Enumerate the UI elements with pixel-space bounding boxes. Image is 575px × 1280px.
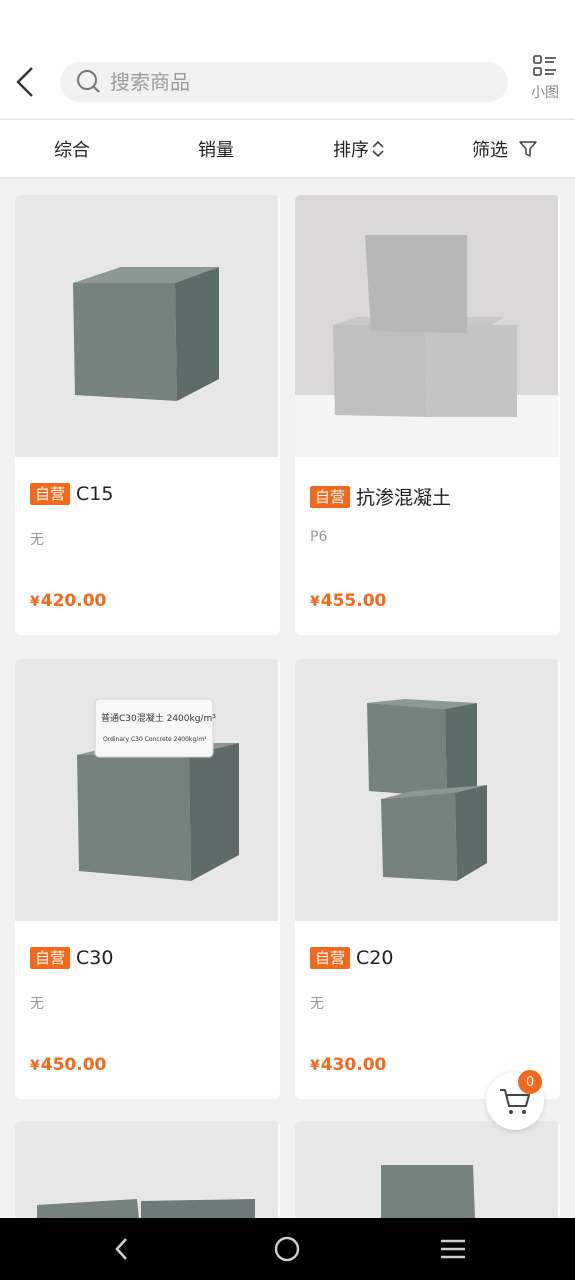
- nav-home-icon: [274, 1236, 300, 1262]
- self-operated-tag: 自营: [30, 483, 71, 505]
- back-icon: [16, 67, 33, 97]
- product-image: 普通C30混凝土 2400kg/m³ Ordinary C30 Concrete…: [15, 659, 278, 921]
- price-value: 430.00: [320, 1055, 387, 1075]
- price-value: 450.00: [40, 1055, 107, 1075]
- nav-back-icon: [115, 1238, 127, 1260]
- sort-filter-label: 筛选: [472, 140, 508, 161]
- product-card[interactable]: [295, 1121, 560, 1219]
- currency-symbol: ¥: [30, 594, 40, 610]
- product-name: C15: [76, 483, 114, 505]
- search-bar[interactable]: [60, 62, 508, 102]
- sort-filter[interactable]: 筛选: [472, 120, 538, 178]
- self-operated-tag: 自营: [310, 947, 351, 969]
- sort-sales[interactable]: 销量: [198, 120, 234, 178]
- self-operated-tag: 自营: [310, 485, 351, 508]
- nav-home-button[interactable]: [267, 1233, 307, 1265]
- sort-comprehensive[interactable]: 综合: [54, 120, 90, 178]
- cart-button[interactable]: 0: [486, 1070, 544, 1130]
- product-price: ¥455.00: [310, 591, 386, 611]
- system-nav-bar: [0, 1218, 575, 1280]
- product-image: [295, 195, 558, 457]
- product-name: 抗渗混凝土: [356, 487, 452, 509]
- currency-symbol: ¥: [310, 1058, 320, 1074]
- sort-order[interactable]: 排序: [333, 120, 385, 178]
- product-spec: 无: [30, 996, 44, 1012]
- nav-back-button[interactable]: [102, 1233, 142, 1265]
- price-value: 420.00: [40, 591, 107, 611]
- product-price: ¥420.00: [30, 591, 106, 611]
- back-button[interactable]: [10, 64, 40, 100]
- currency-symbol: ¥: [30, 1058, 40, 1074]
- sort-bar: 综合 销量 排序 筛选: [0, 119, 575, 177]
- cart-count-badge: 0: [518, 1070, 542, 1094]
- product-image: [295, 1121, 558, 1219]
- product-spec: 无: [310, 996, 324, 1012]
- product-image: [15, 1121, 278, 1219]
- nav-menu-icon: [441, 1239, 465, 1259]
- sort-sales-label: 销量: [198, 140, 234, 161]
- layout-toggle-label: 小图: [531, 85, 559, 101]
- product-name: C30: [76, 947, 114, 969]
- product-card[interactable]: 自营 C20 无 ¥430.00: [295, 659, 560, 1099]
- product-card[interactable]: [15, 1121, 280, 1219]
- sort-order-label: 排序: [333, 140, 369, 161]
- product-name: C20: [356, 947, 394, 969]
- filter-icon: [519, 141, 537, 157]
- product-image: [295, 659, 558, 921]
- product-label-text: 普通C30混凝土 2400kg/m³: [101, 712, 216, 724]
- nav-menu-button[interactable]: [433, 1233, 473, 1265]
- product-label-subtext: Ordinary C30 Concrete 2400kg/m³: [103, 736, 207, 743]
- product-price: ¥450.00: [30, 1055, 106, 1075]
- currency-symbol: ¥: [310, 594, 320, 610]
- search-input[interactable]: [110, 70, 430, 94]
- product-spec: P6: [310, 529, 328, 545]
- price-value: 455.00: [320, 591, 387, 611]
- product-card[interactable]: 自营 抗渗混凝土 P6 ¥455.00: [295, 195, 560, 635]
- list-view-icon: [533, 55, 556, 76]
- product-card[interactable]: 自营 C15 无 ¥420.00: [15, 195, 280, 635]
- sort-comprehensive-label: 综合: [54, 140, 90, 161]
- status-bar: [0, 0, 575, 44]
- search-icon: [77, 70, 100, 93]
- product-price: ¥430.00: [310, 1055, 386, 1075]
- product-card[interactable]: 普通C30混凝土 2400kg/m³ Ordinary C30 Concrete…: [15, 659, 280, 1099]
- header: 小图: [0, 44, 575, 118]
- product-spec: 无: [30, 532, 44, 548]
- product-image: [15, 195, 278, 457]
- self-operated-tag: 自营: [30, 947, 71, 969]
- layout-toggle-button[interactable]: 小图: [525, 54, 565, 106]
- sort-chevrons-icon: [372, 140, 384, 158]
